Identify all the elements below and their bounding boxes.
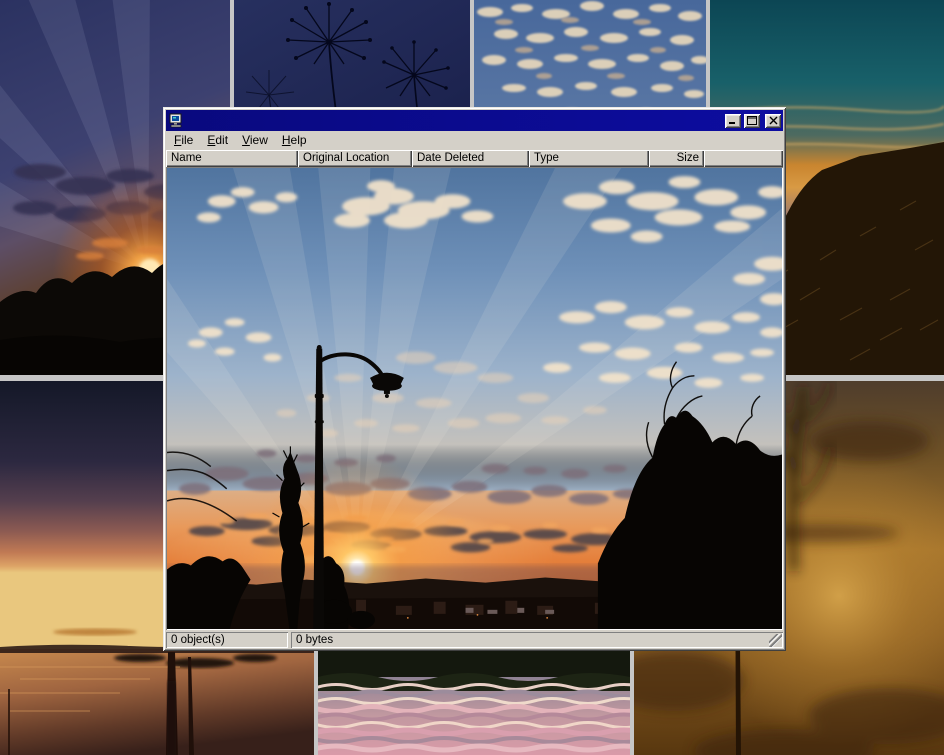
maximize-icon [747, 116, 757, 125]
title-bar[interactable] [166, 110, 783, 131]
minimize-icon [728, 116, 738, 125]
status-object-count: 0 object(s) [166, 632, 288, 648]
status-bar: 0 object(s) 0 bytes [166, 630, 783, 648]
photo-sunset-lamp-post-cypress [167, 168, 782, 629]
column-header-size[interactable]: Size [649, 150, 704, 167]
close-icon [769, 116, 778, 125]
close-button[interactable] [765, 114, 781, 128]
menu-bar: FileEditViewHelp [166, 131, 783, 150]
column-header-row: NameOriginal LocationDate DeletedTypeSiz… [166, 150, 783, 167]
menu-edit[interactable]: Edit [200, 131, 235, 150]
desktop: { "window": { "title": "", "app_icon": "… [0, 0, 944, 755]
minimize-button[interactable] [725, 114, 741, 128]
column-header-type[interactable]: Type [529, 150, 649, 167]
column-header-name[interactable]: Name [166, 150, 298, 167]
resize-grip[interactable] [769, 634, 782, 647]
menu-file[interactable]: File [167, 131, 200, 150]
column-header-date-deleted[interactable]: Date Deleted [412, 150, 529, 167]
recycle-bin-window[interactable]: FileEditViewHelp NameOriginal LocationDa… [163, 107, 786, 651]
computer-icon [168, 113, 184, 128]
column-header-original-location[interactable]: Original Location [298, 150, 412, 167]
status-size: 0 bytes [291, 632, 783, 648]
column-header-blank[interactable] [704, 150, 783, 167]
maximize-button[interactable] [744, 114, 760, 128]
menu-view[interactable]: View [235, 131, 275, 150]
list-view-area[interactable] [166, 167, 783, 630]
menu-help[interactable]: Help [275, 131, 314, 150]
